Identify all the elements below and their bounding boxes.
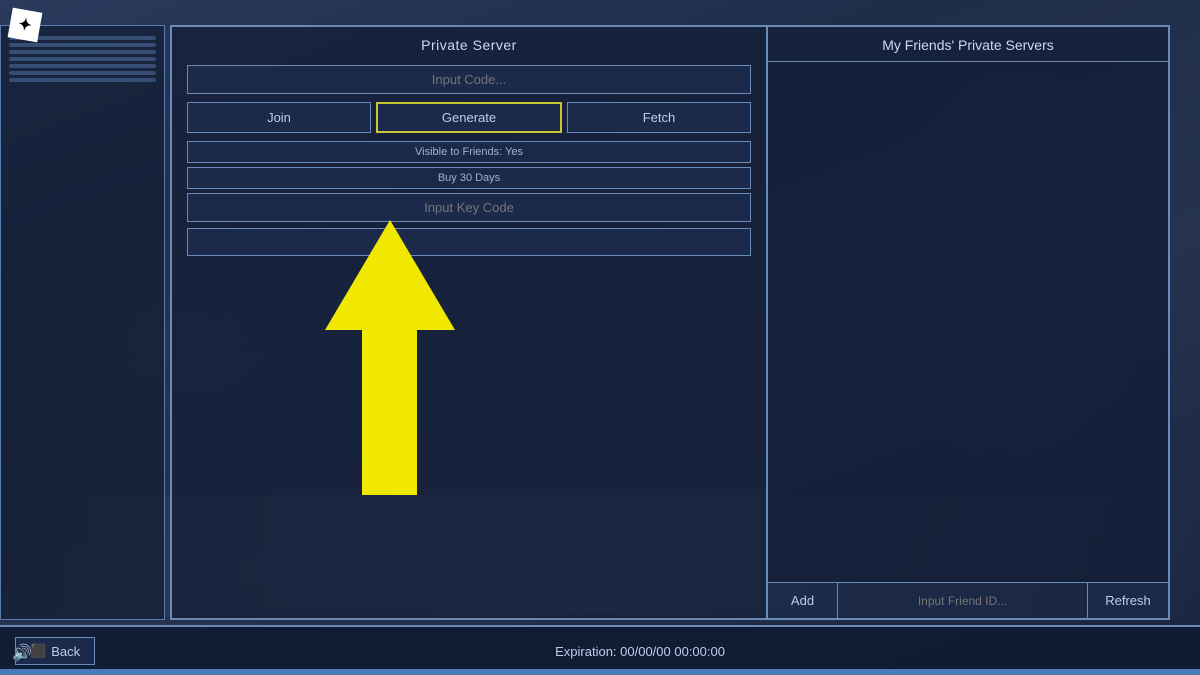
fetch-button[interactable]: Fetch xyxy=(567,102,751,133)
bottom-bar: ⬛ Back Expiration: 00/00/00 00:00:00 xyxy=(0,625,1200,675)
friends-bottom-bar: Add Refresh xyxy=(768,582,1168,618)
arrow-shape xyxy=(325,220,455,500)
input-key-code-field[interactable] xyxy=(187,193,751,222)
sound-icon[interactable]: 🔊 xyxy=(12,643,32,663)
action-buttons-row: Join Generate Fetch xyxy=(187,102,751,133)
left-side-decorations xyxy=(1,26,164,619)
join-button[interactable]: Join xyxy=(187,102,371,133)
friend-id-input[interactable] xyxy=(838,583,1088,618)
visible-to-friends-bar: Visible to Friends: Yes xyxy=(187,141,751,163)
refresh-button[interactable]: Refresh xyxy=(1088,583,1168,618)
arrow-body xyxy=(362,320,417,495)
arrow-head xyxy=(325,220,455,330)
generate-button[interactable]: Generate xyxy=(376,102,562,133)
bottom-line xyxy=(0,669,1200,675)
arrow-annotation xyxy=(310,220,470,520)
left-side-panel xyxy=(0,25,165,620)
friends-servers-panel: My Friends' Private Servers Add Refresh xyxy=(768,27,1168,618)
add-button[interactable]: Add xyxy=(768,583,838,618)
private-server-title: Private Server xyxy=(187,37,751,53)
buy-30-days-bar[interactable]: Buy 30 Days xyxy=(187,167,751,189)
expiration-text: Expiration: 00/00/00 00:00:00 xyxy=(95,644,1185,659)
friends-list-area xyxy=(768,62,1168,582)
input-code-field[interactable] xyxy=(187,65,751,94)
back-icon: ⬛ xyxy=(30,643,46,659)
roblox-icon: ✦ xyxy=(8,8,43,43)
friends-servers-title: My Friends' Private Servers xyxy=(768,27,1168,62)
private-server-panel: Private Server Join Generate Fetch Visib… xyxy=(172,27,768,618)
